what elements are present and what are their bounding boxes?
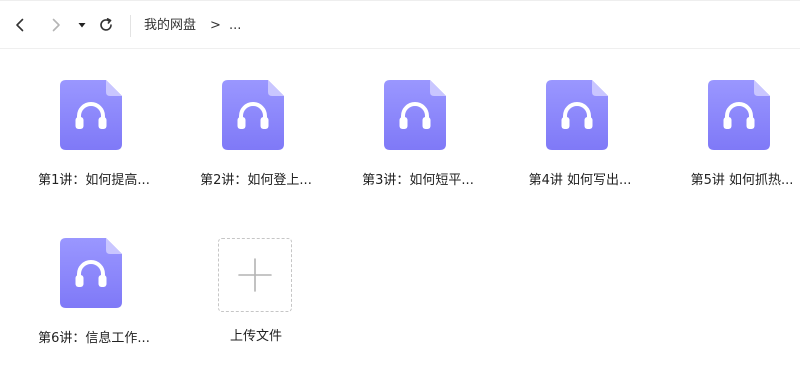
file-name: 第4讲 如何写出...	[528, 173, 632, 188]
toolbar: 我的网盘 > ...	[0, 1, 800, 49]
audio-file-icon	[546, 80, 608, 150]
caret-down-icon	[78, 23, 86, 28]
audio-file-icon	[384, 80, 446, 150]
file-item[interactable]: 第6讲：信息工作...	[28, 238, 160, 378]
file-item[interactable]: 第2讲：如何登上...	[190, 80, 322, 220]
refresh-icon	[100, 18, 112, 31]
file-name: 第2讲：如何登上...	[200, 173, 312, 188]
audio-file-icon	[60, 238, 122, 308]
chevron-left-icon	[16, 18, 24, 32]
breadcrumb-separator: >	[210, 18, 221, 33]
toolbar-divider	[130, 15, 131, 37]
chevron-right-icon	[52, 18, 60, 32]
file-name: 第3讲：如何短平...	[362, 173, 474, 188]
file-name: 第5讲 如何抓热...	[690, 173, 794, 188]
file-name: 第1讲：如何提高...	[38, 173, 150, 188]
breadcrumb-root[interactable]: 我的网盘	[144, 16, 196, 36]
forward-button[interactable]	[44, 11, 68, 39]
back-button[interactable]	[8, 11, 32, 39]
file-item[interactable]: 第5讲 如何抓热...	[676, 80, 800, 220]
history-dropdown-button[interactable]	[72, 11, 92, 39]
file-item[interactable]: 第3讲：如何短平...	[352, 80, 484, 220]
file-name: 第6讲：信息工作...	[38, 331, 150, 346]
refresh-button[interactable]	[94, 11, 118, 39]
file-item[interactable]: 第1讲：如何提高...	[28, 80, 160, 220]
file-item[interactable]: 第4讲 如何写出...	[514, 80, 646, 220]
audio-file-icon	[222, 80, 284, 150]
upload-button[interactable]	[218, 238, 292, 312]
breadcrumb-more[interactable]: ...	[229, 16, 241, 36]
upload-label: 上传文件	[229, 329, 282, 344]
audio-file-icon	[60, 80, 122, 150]
audio-file-icon	[708, 80, 770, 150]
plus-icon	[238, 258, 272, 292]
